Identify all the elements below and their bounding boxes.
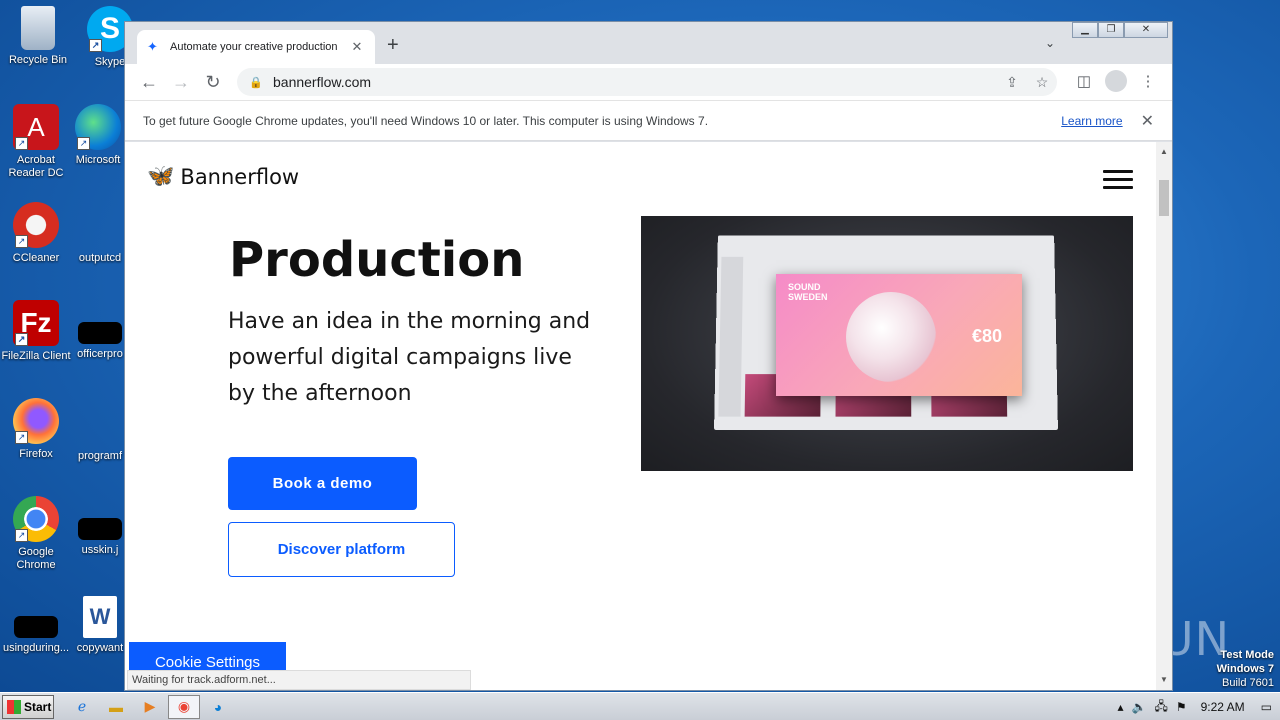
page-heading: Production <box>229 232 525 288</box>
shortcut-arrow-icon: ↗ <box>15 431 28 444</box>
vertical-scrollbar[interactable]: ▲ ▼ <box>1156 142 1172 690</box>
tab-title: Automate your creative production <box>170 41 338 53</box>
profile-avatar-icon[interactable] <box>1105 70 1127 92</box>
scroll-down-arrow-icon[interactable]: ▼ <box>1156 672 1172 688</box>
acrobat-icon: A ↗ <box>13 104 59 150</box>
lock-icon[interactable]: 🔒 <box>249 76 263 89</box>
test-mode-line: Test Mode <box>1220 649 1274 661</box>
back-arrow-icon[interactable]: ← <box>133 72 165 93</box>
infobar-message: To get future Google Chrome updates, you… <box>143 113 709 128</box>
tray-expand-icon[interactable]: ▴ <box>1117 700 1123 714</box>
network-icon[interactable]: 🖧 <box>1154 697 1167 718</box>
status-bubble: Waiting for track.adform.net... <box>127 670 471 690</box>
close-window-button[interactable]: ✕ <box>1124 22 1168 38</box>
desktop-icon-label: Recycle Bin <box>8 54 68 66</box>
build-line: Build 7601 <box>1222 677 1274 689</box>
page-subheading: Have an idea in the morning and powerful… <box>228 309 591 406</box>
file-icon <box>78 322 122 344</box>
browser-toolbar: ← → ↻ 🔒 bannerflow.com ⇪ ☆ ◫ ⋮ <box>125 64 1172 100</box>
toolbar-right: ◫ ⋮ <box>1068 70 1164 92</box>
share-icon[interactable]: ⇪ <box>997 74 1027 91</box>
filezilla-icon: Fz ↗ <box>13 300 59 346</box>
recycle-bin-icon <box>21 6 55 50</box>
firefox-icon: ↗ <box>13 398 59 444</box>
desktop-icon-recycle-bin[interactable]: Recycle Bin <box>0 6 76 67</box>
start-label: Start <box>24 699 52 714</box>
ad-preview: SOUND SWEDEN €80 <box>776 274 1022 396</box>
learn-more-link[interactable]: Learn more <box>1061 114 1122 128</box>
url-text[interactable]: bannerflow.com <box>273 74 997 90</box>
logo-text: Bannerflow <box>180 164 300 189</box>
windows-version-line: Windows 7 <box>1216 663 1274 675</box>
ad-price: €80 <box>971 326 1002 346</box>
taskbar-media-player-icon[interactable]: ▶ <box>134 695 166 719</box>
chrome-icon: ↗ <box>13 496 59 542</box>
start-button[interactable]: Start <box>2 694 54 719</box>
minimize-button[interactable]: ▁ <box>1072 22 1098 38</box>
page-viewport: 🦋 Bannerflow Production Have an idea in … <box>125 142 1156 690</box>
update-infobar: To get future Google Chrome updates, you… <box>125 100 1172 141</box>
bookmark-star-icon[interactable]: ☆ <box>1027 74 1057 91</box>
volume-icon[interactable]: 🔈 <box>1132 700 1147 714</box>
address-bar[interactable]: 🔒 bannerflow.com ⇪ ☆ <box>237 68 1057 96</box>
bannerflow-favicon-icon: ✦ <box>147 39 158 54</box>
infobar-close-icon[interactable]: ✕ <box>1141 111 1154 131</box>
window-controls: ▁ ❐ ✕ <box>1072 22 1168 38</box>
mockup-sidebar <box>718 256 744 417</box>
restore-button[interactable]: ❐ <box>1098 22 1124 38</box>
taskbar-explorer-icon[interactable]: ▬ <box>100 695 132 719</box>
taskbar-ie-icon[interactable]: ℯ <box>66 695 98 719</box>
forward-arrow-icon[interactable]: → <box>165 72 197 93</box>
menu-kebab-icon[interactable]: ⋮ <box>1132 72 1164 90</box>
side-panel-icon[interactable]: ◫ <box>1068 72 1100 90</box>
edge-icon: ↗ <box>75 104 121 150</box>
discover-platform-button[interactable]: Discover platform <box>228 522 455 577</box>
tab-search-chevron-icon[interactable]: ⌄ <box>1045 36 1055 50</box>
word-icon: W <box>83 596 117 638</box>
scroll-up-arrow-icon[interactable]: ▲ <box>1156 144 1172 160</box>
ad-brand-line2: SWEDEN <box>788 292 828 302</box>
ccleaner-icon: ↗ <box>13 202 59 248</box>
scroll-thumb[interactable] <box>1159 180 1169 216</box>
butterfly-logo-icon: 🦋 <box>147 164 175 189</box>
shortcut-arrow-icon: ↗ <box>15 529 28 542</box>
shortcut-arrow-icon: ↗ <box>89 39 102 52</box>
shortcut-arrow-icon: ↗ <box>15 137 28 150</box>
hamburger-menu-icon[interactable] <box>1103 170 1133 190</box>
taskbar-chrome-icon[interactable]: ◉ <box>168 694 200 719</box>
clock[interactable]: 9:22 AM <box>1201 700 1245 714</box>
system-tray: ▴ 🔈 🖧 ⚑ 9:22 AM ▭ <box>1117 693 1280 720</box>
shortcut-arrow-icon: ↗ <box>15 235 28 248</box>
hero-image: SOUND SWEDEN €80 <box>641 216 1133 471</box>
shortcut-arrow-icon: ↗ <box>15 333 28 346</box>
show-desktop-icon[interactable]: ▭ <box>1261 700 1272 714</box>
test-mode-notice: Test Mode Windows 7 Build 7601 <box>1217 648 1274 690</box>
reload-icon[interactable]: ↻ <box>197 72 229 93</box>
ad-brand-line1: SOUND <box>788 282 821 292</box>
book-demo-button[interactable]: Book a demo <box>228 457 417 510</box>
new-tab-button[interactable]: + <box>387 34 399 57</box>
file-icon <box>14 616 58 638</box>
windows-logo-icon <box>7 699 21 714</box>
title-bar: ✦ Automate your creative production ✕ + … <box>125 22 1172 64</box>
action-center-flag-icon[interactable]: ⚑ <box>1176 700 1187 714</box>
taskbar: Start ℯ ▬ ▶ ◉ ◕ ▴ 🔈 🖧 ⚑ 9:22 AM ▭ <box>0 692 1280 720</box>
earbud-image <box>846 292 936 382</box>
chrome-window: ✦ Automate your creative production ✕ + … <box>124 21 1173 691</box>
taskbar-edge-icon[interactable]: ◕ <box>202 695 234 719</box>
bannerflow-logo[interactable]: 🦋 Bannerflow <box>147 164 299 189</box>
browser-tab[interactable]: ✦ Automate your creative production ✕ <box>137 30 375 64</box>
ad-brand: SOUND SWEDEN <box>788 282 828 302</box>
shortcut-arrow-icon: ↗ <box>77 137 90 150</box>
file-icon <box>78 518 122 540</box>
tab-close-icon[interactable]: ✕ <box>349 39 365 55</box>
